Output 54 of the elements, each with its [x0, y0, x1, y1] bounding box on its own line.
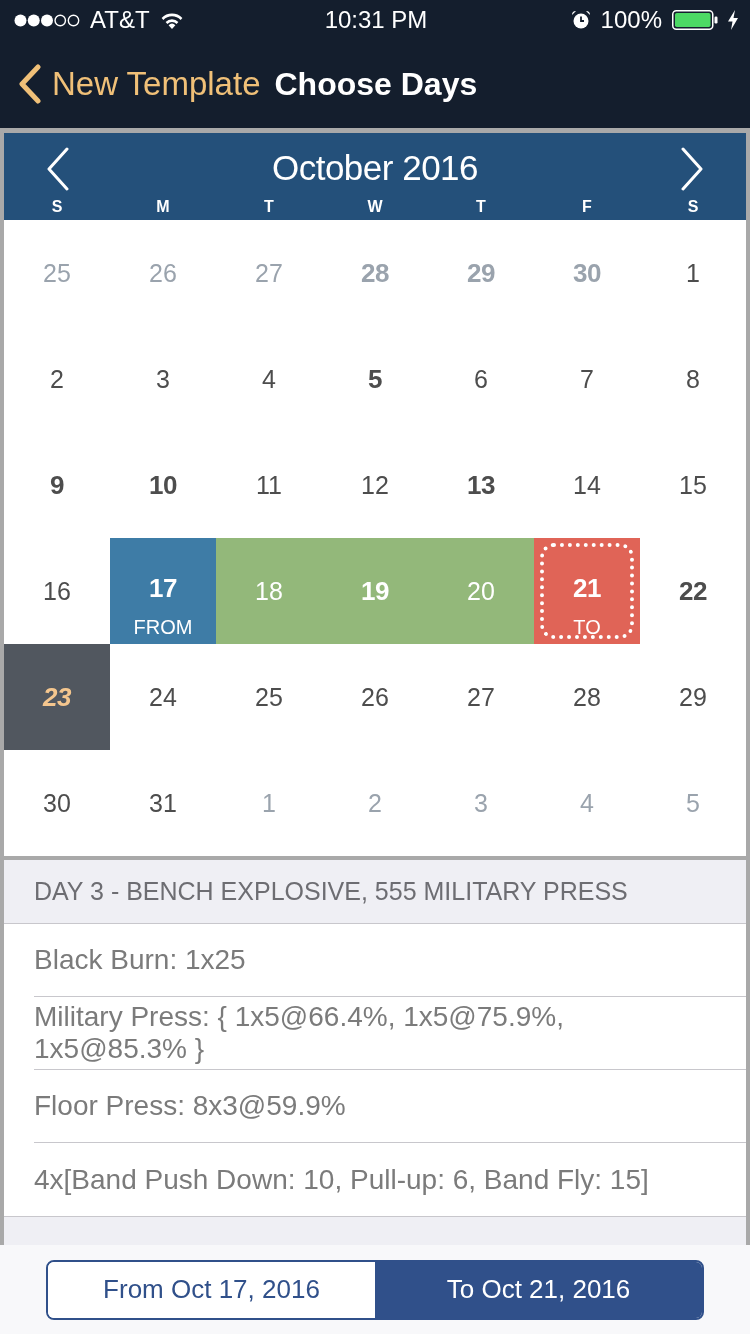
back-chevron-icon: [17, 64, 42, 104]
weekday-label: S: [51, 197, 63, 216]
day-number[interactable]: 24: [149, 684, 177, 710]
day-number[interactable]: 12: [361, 472, 389, 498]
day-number[interactable]: 26: [361, 684, 389, 710]
day-number[interactable]: 5: [368, 366, 382, 392]
day-number[interactable]: 6: [474, 366, 488, 392]
date-segment[interactable]: To Oct 21, 2016: [375, 1261, 702, 1318]
signal-icon: [14, 13, 80, 27]
weekday-label: T: [476, 197, 486, 216]
chevron-left-icon: [47, 147, 69, 191]
exercise-text: Military Press: { 1x5@66.4%, 1x5@75.9%, 1x5@85.3% }: [34, 1001, 565, 1065]
battery-percentage: 100%: [600, 6, 662, 34]
day-number[interactable]: 8: [686, 366, 700, 392]
month-title: October 2016: [271, 148, 479, 188]
day-number[interactable]: 28: [573, 684, 601, 710]
weekday-label: M: [156, 197, 170, 216]
day-number[interactable]: 27: [467, 684, 495, 710]
day-number[interactable]: 2: [50, 366, 64, 392]
day-number[interactable]: 11: [256, 472, 282, 498]
weekday-label: F: [582, 197, 592, 216]
today-cell[interactable]: 23: [4, 644, 110, 750]
day-number[interactable]: 15: [679, 472, 707, 498]
day-number[interactable]: 4: [262, 366, 276, 392]
alarm-clock-icon: [570, 10, 591, 30]
charging-bolt-icon: [728, 10, 738, 30]
carrier-name: AT&T: [90, 6, 150, 34]
back-button[interactable]: New Template: [17, 60, 261, 108]
exercise-text: Black Burn: 1x25: [34, 944, 246, 976]
day-number[interactable]: 29: [679, 684, 707, 710]
day-number[interactable]: 16: [43, 578, 71, 604]
wifi-icon: [159, 11, 184, 29]
status-time: 10:31 PM: [324, 6, 428, 34]
weekday-label: T: [264, 197, 274, 216]
weekday-label: W: [367, 197, 383, 216]
day-number[interactable]: 13: [467, 472, 495, 498]
exercise-text: Floor Press: 8x3@59.9%: [34, 1090, 346, 1122]
day-number[interactable]: 10: [149, 472, 177, 498]
day-number[interactable]: 14: [573, 472, 601, 498]
range-start-cell[interactable]: 17 FROM: [110, 538, 216, 644]
day-number[interactable]: 7: [580, 366, 594, 392]
day-number[interactable]: 30: [43, 790, 71, 816]
battery-icon: [672, 10, 718, 30]
day-number[interactable]: 1: [686, 260, 700, 286]
day-number[interactable]: 22: [679, 578, 707, 604]
exercise-text: 4x[Band Push Down: 10, Pull-up: 6, Band Fly: 15]: [34, 1163, 649, 1196]
day-number[interactable]: 31: [149, 790, 177, 816]
day-number[interactable]: 9: [50, 472, 64, 498]
day-number[interactable]: 3: [156, 366, 170, 392]
weekday-label: S: [687, 197, 699, 216]
date-segment[interactable]: From Oct 17, 2016: [48, 1261, 375, 1318]
chevron-right-icon: [681, 147, 703, 191]
day-number[interactable]: 25: [255, 684, 283, 710]
nav-title: Choose Days: [274, 65, 478, 103]
